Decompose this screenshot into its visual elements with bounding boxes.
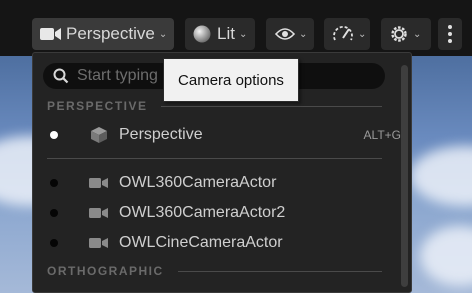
unselected-radio-dot [50,209,58,217]
show-flags-dropdown-button[interactable]: ⌄ [266,18,314,50]
menu-item-label: OWLCineCameraActor [119,234,283,251]
settings-dropdown-button[interactable]: ⌄ [381,18,431,50]
lit-sphere-icon [193,25,211,43]
divider [178,271,382,272]
viewport-toolbar: Perspective ⌄ Lit ⌄ ⌄ ⌄ ⌄ [0,0,472,56]
menu-item-perspective[interactable]: Perspective ALT+G [33,120,401,150]
video-camera-icon [40,28,61,40]
menu-search-input[interactable] [77,67,167,85]
menu-item-label: OWL360CameraActor [119,174,277,191]
more-options-button[interactable] [438,18,462,50]
video-camera-icon [89,208,108,218]
section-header-perspective: PERSPECTIVE [47,99,148,113]
cube-icon [91,127,107,143]
selected-radio-dot [50,131,58,139]
menu-item-camera[interactable]: OWL360CameraActor2 [33,198,401,228]
video-camera-icon [89,178,108,188]
chevron-down-icon: ⌄ [238,28,248,40]
cloud [410,146,472,206]
menu-item-label: OWL360CameraActor2 [119,204,286,221]
unselected-radio-dot [50,239,58,247]
chevron-down-icon: ⌄ [158,28,168,40]
speedometer-icon [333,26,353,41]
view-mode-dropdown-button[interactable]: Lit ⌄ [185,18,255,50]
video-camera-icon [89,238,108,248]
eye-icon [275,28,295,40]
divider [161,106,382,107]
perspective-dropdown-button[interactable]: Perspective ⌄ [32,18,174,50]
menu-item-camera[interactable]: OWLCineCameraActor [33,228,401,258]
lit-label: Lit [217,24,235,43]
chevron-down-icon: ⌄ [299,28,308,40]
gear-icon [391,26,407,42]
tooltip: Camera options [163,58,299,102]
tooltip-text: Camera options [178,71,284,89]
perspective-label: Perspective [66,24,155,43]
vertical-ellipsis-icon [448,25,452,43]
search-icon [53,68,69,84]
performance-dropdown-button[interactable]: ⌄ [324,18,370,50]
menu-scrollbar[interactable] [401,65,408,287]
menu-item-camera[interactable]: OWL360CameraActor [33,168,401,198]
divider [47,158,382,159]
chevron-down-icon: ⌄ [413,28,422,40]
cloud [420,226,472,286]
keyboard-shortcut: ALT+G [363,128,401,142]
chevron-down-icon: ⌄ [358,28,367,40]
unselected-radio-dot [50,179,58,187]
menu-item-label: Perspective [119,126,203,143]
section-header-orthographic: ORTHOGRAPHIC [47,264,164,278]
